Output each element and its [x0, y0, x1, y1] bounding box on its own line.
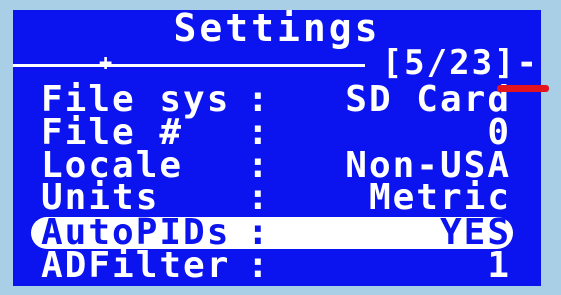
- row-value: 1: [487, 245, 511, 286]
- row-value: Metric: [368, 177, 511, 218]
- page-indicator: [5/23]-: [381, 43, 539, 83]
- divider-marker: +: [99, 51, 113, 76]
- row-colon: :: [247, 245, 271, 286]
- settings-row-adfilter[interactable]: ADFilter : 1: [13, 248, 541, 284]
- lcd-screen: Settings + [5/23]- File sys : SD Card Fi…: [13, 10, 541, 286]
- row-label: Units: [41, 177, 160, 218]
- row-value: SD Card: [345, 79, 511, 120]
- title-divider: [13, 64, 365, 67]
- settings-row-units[interactable]: Units : Metric: [13, 180, 541, 216]
- row-colon: :: [247, 177, 271, 218]
- row-label: ADFilter: [41, 245, 231, 286]
- device-bezel: Settings + [5/23]- File sys : SD Card Fi…: [0, 0, 561, 295]
- red-pointer-annotation: [497, 85, 549, 92]
